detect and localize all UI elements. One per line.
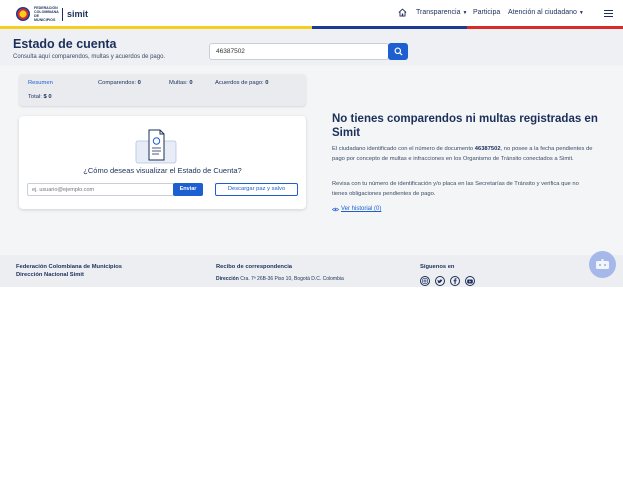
email-input[interactable]	[27, 183, 174, 196]
federation-seal-icon	[16, 7, 30, 21]
hamburger-menu-icon[interactable]	[604, 10, 613, 17]
document-search-input[interactable]	[209, 43, 389, 60]
direccion-label: Dirección	[216, 276, 239, 282]
history-link[interactable]: Ver historial (0)	[332, 206, 381, 212]
instagram-icon[interactable]	[420, 276, 430, 286]
search-button[interactable]	[388, 43, 408, 60]
footer-org-line1: Federación Colombiana de Municipios	[16, 264, 122, 270]
direccion-value: Cra. 7ª 26B-36 Piso 10, Bogotá D.C. Colo…	[240, 276, 344, 282]
nav-transparencia-label: Transparencia	[416, 9, 461, 16]
visualize-question: ¿Cómo deseas visualizar el Estado de Cue…	[83, 166, 242, 175]
summary-multas: Multas: 0	[169, 80, 193, 86]
nav-transparencia[interactable]: Transparencia ▼	[416, 9, 467, 16]
facebook-icon[interactable]	[450, 276, 460, 286]
result-paragraph-1: El ciudadano identificado con el número …	[332, 145, 594, 164]
acuerdos-value: 0	[265, 80, 269, 86]
summary-comparendos: Comparendos: 0	[98, 80, 141, 86]
logo-org-name: FEDERACIÓN COLOMBIANA DE MUNICIPIOS	[34, 6, 59, 22]
home-icon[interactable]	[398, 8, 407, 17]
summary-tab-label[interactable]: Resumen	[28, 80, 53, 86]
footer	[0, 255, 623, 287]
summary-total: Total: $ 0	[28, 94, 52, 100]
summary-panel: Resumen Comparendos: 0 Multas: 0 Acuerdo…	[19, 74, 306, 106]
search-icon	[393, 47, 403, 56]
chevron-down-icon: ▼	[462, 10, 468, 16]
chevron-down-icon: ▼	[578, 10, 584, 16]
summary-acuerdos: Acuerdos de pago: 0	[215, 80, 269, 86]
acuerdos-label: Acuerdos de pago:	[215, 80, 264, 86]
top-navbar: FEDERACIÓN COLOMBIANA DE MUNICIPIOS simi…	[0, 0, 623, 28]
nav-atencion-ciudadano[interactable]: Atención al ciudadano ▼	[508, 9, 584, 16]
result-paragraph-2: Revisa con tu número de identificación y…	[332, 181, 579, 197]
chat-bot-button[interactable]	[589, 251, 616, 278]
youtube-icon[interactable]	[465, 276, 475, 286]
nav-atencion-label: Atención al ciudadano	[508, 9, 577, 16]
logo-brand: simit	[67, 9, 89, 19]
result-title: No tienes comparendos ni multas registra…	[332, 113, 598, 139]
footer-direccion: Dirección Cra. 7ª 26B-36 Piso 10, Bogotá…	[216, 276, 344, 282]
total-label: Total:	[28, 94, 42, 100]
download-paz-y-salvo-button[interactable]: Descargar paz y salvo	[215, 183, 298, 196]
send-button[interactable]: Enviar	[173, 183, 203, 196]
footer-org-line2: Dirección Nacional Simit	[16, 272, 84, 278]
page-title: Estado de cuenta	[13, 37, 117, 51]
logo-divider	[62, 7, 63, 21]
page-subtitle: Consulta aquí comparendos, multas y acue…	[13, 54, 166, 60]
comparendos-label: Comparendos:	[98, 80, 137, 86]
simit-logo[interactable]: FEDERACIÓN COLOMBIANA DE MUNICIPIOS simi…	[16, 6, 88, 22]
multas-label: Multas:	[169, 80, 188, 86]
eye-icon	[332, 207, 339, 211]
multas-value: 0	[189, 80, 193, 86]
comparendos-value: 0	[137, 80, 141, 86]
history-link-label: Ver historial (0)	[341, 206, 382, 212]
footer-recibo-title: Recibo de correspondencia	[216, 264, 293, 270]
nav-participa[interactable]: Participa	[473, 9, 500, 16]
footer-follow-label: Síguenos en	[420, 264, 455, 270]
twitter-icon[interactable]	[435, 276, 445, 286]
certificate-document-icon	[135, 129, 177, 164]
result-document-number: 46387502	[474, 146, 501, 152]
chat-bot-icon	[596, 259, 609, 269]
total-value: $ 0	[43, 94, 52, 100]
result-p1-prefix: El ciudadano identificado con el número …	[332, 146, 475, 152]
